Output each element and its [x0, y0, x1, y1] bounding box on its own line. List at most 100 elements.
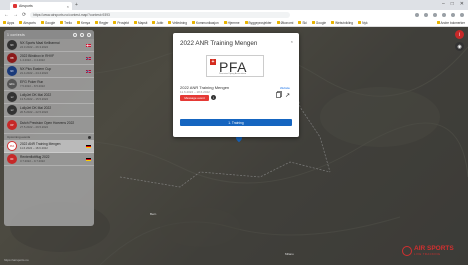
bookmark-item[interactable]: Regjer — [95, 21, 108, 25]
pfa-logo: + PFA Precision Flying Association — [206, 55, 264, 77]
contest-logo: NX — [7, 66, 17, 76]
copy-icon[interactable] — [276, 91, 282, 98]
contest-list-item[interactable]: EFG EFG Poker Run 7.5.2022 – 8.5.2022 — [4, 78, 94, 91]
contest-name: 2022 ANR Training Mengen — [20, 141, 61, 146]
bookmark-item[interactable]: Google — [311, 21, 326, 25]
menu-icon[interactable] — [460, 12, 464, 17]
contest-list-item[interactable]: DP Dutch Precision Open Hoevens 2022 27.5… — [4, 117, 94, 134]
filter-icon[interactable] — [80, 32, 84, 37]
bookmark-item[interactable]: Hjemme — [223, 21, 240, 25]
folder-icon — [358, 21, 362, 24]
denmark-flag-icon — [86, 43, 91, 47]
bookmark-item[interactable]: Økonomi — [276, 21, 293, 25]
contest-date: 27.5.2022 – 29.5.2022 — [20, 125, 48, 130]
folder-icon — [60, 21, 64, 24]
contest-list-item[interactable]: NX NX Plus Eastern Cup 21.4.2022 – 24.4.2… — [4, 65, 94, 78]
extension-icon[interactable] — [424, 12, 428, 17]
airsports-brand: AIR SPORTS LIVE TRACKING — [402, 245, 454, 256]
contest-list-item-selected[interactable]: PFA 2022 ANR Training Mengen 11.6.2022 – … — [4, 140, 94, 153]
folder-icon — [244, 21, 248, 24]
address-bar-row: ← → ⟳ https://www.airsports.no/contest-m… — [0, 10, 468, 19]
bookmark-item[interactable]: Apps — [3, 21, 14, 25]
norway-flag-icon — [86, 69, 91, 73]
settings-icon[interactable] — [73, 32, 77, 37]
folder-icon — [223, 21, 227, 24]
bookmark-item[interactable]: Airsports — [19, 21, 36, 25]
bookmark-item[interactable]: Google — [40, 21, 55, 25]
swiss-cross-icon: + — [210, 58, 216, 65]
contest-date: 3.7.2022 – 9.7.2022 — [20, 159, 45, 164]
contest-list-item[interactable]: LJ LollyJet DK Mai 2022 13.5.2022 – 15.5.… — [4, 91, 94, 104]
status-url: https://airsports.no — [4, 258, 29, 262]
tab-close-icon[interactable]: × — [67, 4, 69, 9]
browser-tab[interactable]: Airsports × — [10, 2, 72, 10]
bookmark-item[interactable]: Byggeprosjekter — [244, 21, 272, 25]
contest-logo: LJ — [7, 105, 17, 115]
extension-icon[interactable] — [442, 12, 446, 17]
folder-icon — [436, 21, 440, 24]
bookmark-item[interactable]: Webutvikling — [331, 21, 353, 25]
folder-icon — [331, 21, 335, 24]
contest-date: 7.5.2022 – 8.5.2022 — [20, 84, 45, 89]
maximize-button[interactable]: □ — [451, 1, 454, 7]
other-bookmarks[interactable]: Andre bokmerker — [436, 21, 465, 25]
message-event-button[interactable]: Message event — [180, 95, 209, 101]
training-task-button[interactable]: 1. Training — [180, 119, 292, 126]
window-controls: – □ ✕ — [442, 1, 464, 7]
back-button[interactable]: ← — [4, 12, 9, 18]
collapse-icon[interactable] — [87, 32, 91, 37]
brand-name: AIR SPORTS — [414, 245, 454, 252]
contest-name: Dutch Precision Open Hoevens 2022 — [20, 120, 75, 125]
minimize-button[interactable]: – — [442, 1, 445, 7]
bookmark-item[interactable]: Ski — [298, 21, 307, 25]
contest-logo: DP — [7, 120, 17, 130]
contest-name: 2022 Blinkbox in RHVF — [20, 53, 55, 58]
contest-list-item[interactable]: RF Rentenflottflug 2022 3.7.2022 – 9.7.20… — [4, 153, 94, 166]
contest-date: 13.5.2022 – 15.5.2022 — [20, 97, 48, 102]
contest-date: 11.6.2022 – 18.6.2022 — [20, 146, 48, 151]
bookmark-item[interactable]: Trello — [60, 21, 72, 25]
contest-list-item[interactable]: BB 2022 Blinkbox in RHVF 1.4.2022 – 3.4.2… — [4, 52, 94, 65]
bookmark-item[interactable]: Jobb — [152, 21, 163, 25]
bookmark-item[interactable]: Prosjekt — [113, 21, 129, 25]
contest-date: 24.3.2022 – 26.3.2022 — [20, 45, 48, 50]
close-window-button[interactable]: ✕ — [460, 1, 464, 7]
bookmark-item[interactable]: Nyk — [358, 21, 368, 25]
folder-icon — [168, 21, 172, 24]
bookmark-item[interactable]: Kommunikasjon — [191, 21, 219, 25]
contest-sidebar: 1 contests NX NX Sports Maal Keilbarmai 2… — [4, 30, 94, 226]
extension-icon[interactable] — [415, 12, 419, 17]
reload-button[interactable]: ⟳ — [22, 12, 26, 18]
url-input[interactable]: https://www.airsports.no/contest-map/?co… — [30, 11, 291, 18]
contest-logo: LJ — [7, 92, 17, 102]
contest-date: 21.4.2022 – 24.4.2022 — [20, 71, 48, 76]
contest-name: EFG Poker Run — [20, 79, 44, 84]
profile-icon[interactable] — [451, 12, 455, 17]
contest-logo: BB — [7, 53, 17, 63]
website-link[interactable]: Website — [280, 86, 290, 90]
close-icon[interactable]: × — [291, 39, 293, 44]
bookmarks-bar: Apps Airsports Google Trello Kenya Regje… — [0, 19, 468, 27]
contest-list-item[interactable]: LJ LollyJet DK Mai 2022 20.5.2022 – 22.5.… — [4, 104, 94, 117]
folder-icon — [19, 21, 23, 24]
germany-flag-icon — [86, 157, 91, 161]
norway-flag-icon — [86, 56, 91, 60]
extension-icon[interactable] — [433, 12, 437, 17]
bookmark-item[interactable]: Mapsit — [133, 21, 147, 25]
bookmark-item[interactable]: Veiledning — [168, 21, 187, 25]
contest-name: NX Sports Maal Keilbarmai — [20, 40, 60, 45]
contest-list-item[interactable]: NX NX Sports Maal Keilbarmai 24.3.2022 – … — [4, 39, 94, 52]
new-tab-button[interactable]: + — [75, 2, 78, 8]
layers-control-icon[interactable]: ◉ — [455, 42, 464, 51]
bookmark-item[interactable]: Kenya — [76, 21, 90, 25]
sidebar-header: 1 contests — [4, 30, 94, 39]
contest-date: 11.6.2022 – 18.6.2022 — [180, 90, 210, 94]
section-toggle-icon[interactable] — [88, 135, 91, 139]
info-icon[interactable]: i — [211, 95, 216, 100]
forward-button[interactable]: → — [13, 12, 18, 18]
contest-name: Rentenflottflug 2022 — [20, 154, 50, 159]
airsports-logo-icon — [402, 245, 412, 256]
info-control-icon[interactable]: i — [455, 30, 464, 39]
share-icon[interactable]: ↗ — [285, 92, 290, 99]
extension-icons — [415, 12, 464, 17]
